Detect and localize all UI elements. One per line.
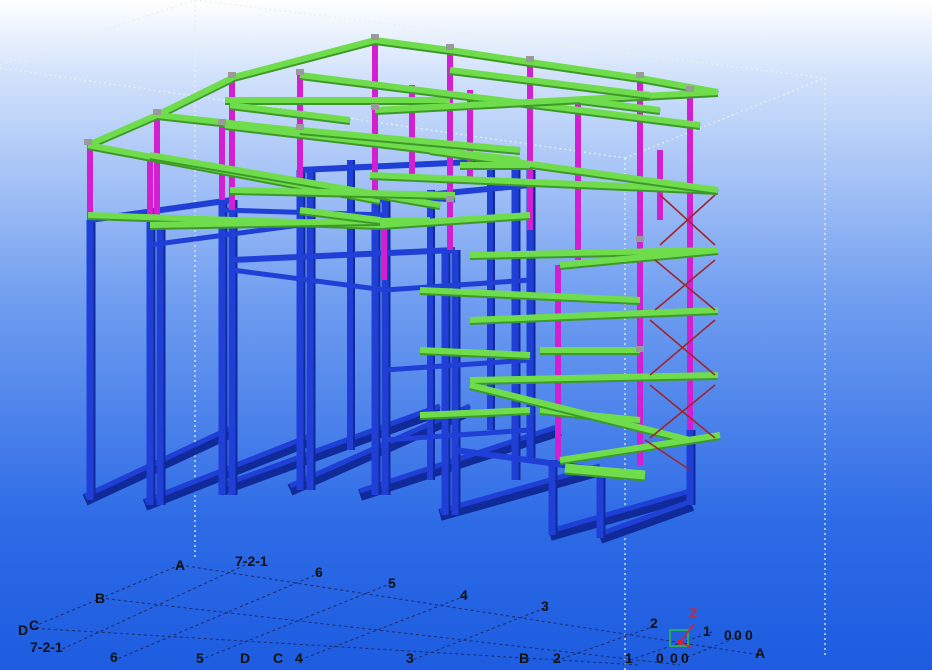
connection-plate-181[interactable] [371,104,379,110]
connection-plate-182[interactable] [446,196,454,202]
grid-label-back-9: 0 [734,627,742,643]
axis-z-label: Z [689,605,698,621]
grid-label-left-1: D [18,622,28,638]
model-3d-viewport[interactable]: A 7-2-1 6 5 4 3 2 1 0 0 0 B D C 7-2-1 6 … [0,0,932,670]
grid-label-front-2: 5 [196,650,204,666]
connection-plate-170[interactable] [371,34,379,40]
grid-label-front-11: 0 [670,650,678,666]
grid-label-back-8: 0 [724,627,732,643]
grid-label-left-0: B [95,590,105,606]
grid-label-front-0: 7-2-1 [30,639,63,655]
connection-plate-180[interactable] [296,124,304,130]
structure-model-canvas[interactable]: A 7-2-1 6 5 4 3 2 1 0 0 0 B D C 7-2-1 6 … [0,0,932,670]
connection-plate-171[interactable] [446,44,454,50]
grid-label-front-5: 4 [295,650,303,666]
grid-label-back-4: 4 [460,587,468,603]
steel-structure[interactable] [82,34,721,544]
grid-label-front-4: C [273,650,283,666]
connection-plate-173[interactable] [636,72,644,78]
grid-label-back-2: 6 [315,564,323,580]
beam-98[interactable] [86,112,159,148]
connection-plate-184[interactable] [636,346,644,352]
connection-plate-177[interactable] [84,139,92,145]
connection-plate-174[interactable] [228,72,236,78]
grid-label-front-6: 3 [406,650,414,666]
grid-label-back-0: A [175,557,185,573]
connection-plate-172[interactable] [526,56,534,62]
grid-label-back-5: 3 [541,598,549,614]
beam-96[interactable] [155,75,234,118]
grid-label-back-6: 2 [650,615,658,631]
connection-plate-176[interactable] [153,109,161,115]
grid-label-left-2: C [29,617,39,633]
connection-plate-175[interactable] [296,69,304,75]
grid-label-back-3: 5 [388,575,396,591]
grid-label-front-1: 6 [110,649,118,665]
grid-label-front-9: 1 [625,650,633,666]
grid-label-front-12: 0 [681,650,689,666]
grid-label-back-7: 1 [703,623,711,639]
grid-label-right-end: A [755,645,765,661]
grid-label-back-10: 0 [745,627,753,643]
grid-label-front-7: B [519,650,529,666]
grid-label-front-10: 0 [656,650,664,666]
beam-92[interactable] [529,59,641,81]
grid-label-back-1: 7-2-1 [235,553,268,569]
beam-102[interactable] [229,102,351,123]
connection-plate-178[interactable] [686,86,694,92]
grid-label-front-8: 2 [553,650,561,666]
connection-plate-179[interactable] [218,119,226,125]
grid-label-front-3: D [240,650,250,666]
connection-plate-183[interactable] [636,236,644,242]
blue-beam-56[interactable] [231,247,456,263]
grid-labels: A 7-2-1 6 5 4 3 2 1 0 0 0 B D C 7-2-1 6 … [18,553,765,666]
